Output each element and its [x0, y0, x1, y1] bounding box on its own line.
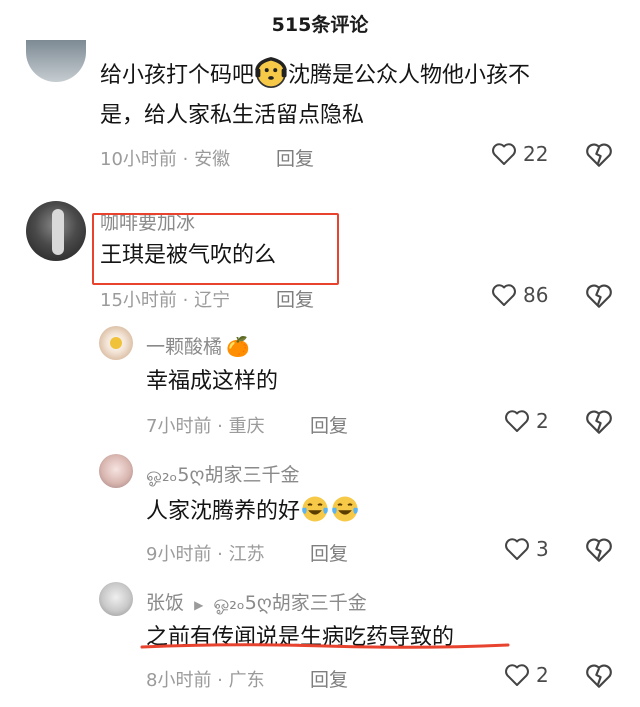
reply-button[interactable]: 回复	[310, 665, 348, 692]
comment-text-line2: 是，给人家私生活留点隐私	[100, 103, 365, 128]
username[interactable]: 一颗酸橘 🍊	[146, 332, 250, 359]
heart-icon	[505, 664, 529, 686]
reply-button[interactable]: 回复	[310, 411, 348, 438]
comment-text: 幸福成这样的	[146, 369, 279, 394]
avatar[interactable]	[26, 201, 86, 261]
comment-meta: 7小时前 · 重庆	[146, 416, 265, 437]
comment-text: 给小孩打个码吧 沈腾是公众人物他小孩不	[100, 56, 530, 96]
reply-button[interactable]: 回复	[276, 285, 314, 312]
reply-button[interactable]: 回复	[276, 144, 314, 171]
heart-icon	[492, 284, 516, 306]
avatar[interactable]	[99, 582, 133, 616]
broken-heart-icon[interactable]	[585, 283, 613, 309]
broken-heart-icon[interactable]	[585, 409, 613, 435]
like-button[interactable]: 22	[491, 142, 548, 166]
comment-meta: 9小时前 · 江苏	[146, 544, 265, 565]
reply-to-username[interactable]: ஓ₂ₒ5ღ胡家三千金	[213, 592, 366, 614]
comment-count-title: 515条评论	[271, 14, 369, 36]
reply-button[interactable]: 回复	[310, 539, 348, 566]
tears-of-joy-icon	[302, 496, 328, 522]
avatar[interactable]	[99, 326, 133, 360]
comment-meta: 10小时前 · 安徽	[100, 149, 231, 170]
comment-text: 之前有传闻说是生病吃药导致的	[146, 625, 455, 650]
comments-header: 515条评论	[0, 0, 640, 46]
thinking-face-icon	[255, 57, 287, 89]
like-count: 2	[536, 409, 549, 433]
broken-heart-icon[interactable]	[585, 142, 613, 168]
comment-text: 人家沈腾养的好	[146, 492, 360, 532]
highlight-box	[92, 213, 339, 285]
like-count: 2	[536, 663, 549, 687]
username[interactable]: ஓ₂ₒ5ღ胡家三千金	[146, 460, 299, 489]
reply-arrow-icon: ▶	[194, 598, 204, 612]
username[interactable]: 张饭 ▶ ஓ₂ₒ5ღ胡家三千金	[146, 588, 367, 617]
orange-emoji-icon: 🍊	[226, 336, 250, 358]
avatar[interactable]	[99, 454, 133, 488]
heart-icon	[492, 143, 516, 165]
tears-of-joy-icon	[332, 496, 358, 522]
avatar[interactable]	[26, 40, 86, 82]
like-count: 86	[523, 283, 549, 307]
comment-meta: 15小时前 · 辽宁	[100, 290, 231, 311]
red-underline	[140, 643, 510, 649]
broken-heart-icon[interactable]	[585, 663, 613, 689]
like-count: 3	[536, 537, 549, 561]
heart-icon	[505, 538, 529, 560]
like-button[interactable]: 86	[491, 283, 548, 307]
like-button[interactable]: 2	[504, 409, 549, 433]
like-count: 22	[523, 142, 549, 166]
broken-heart-icon[interactable]	[585, 537, 613, 563]
like-button[interactable]: 2	[504, 663, 549, 687]
comment-meta: 8小时前 · 广东	[146, 670, 265, 691]
heart-icon	[505, 410, 529, 432]
like-button[interactable]: 3	[504, 537, 549, 561]
